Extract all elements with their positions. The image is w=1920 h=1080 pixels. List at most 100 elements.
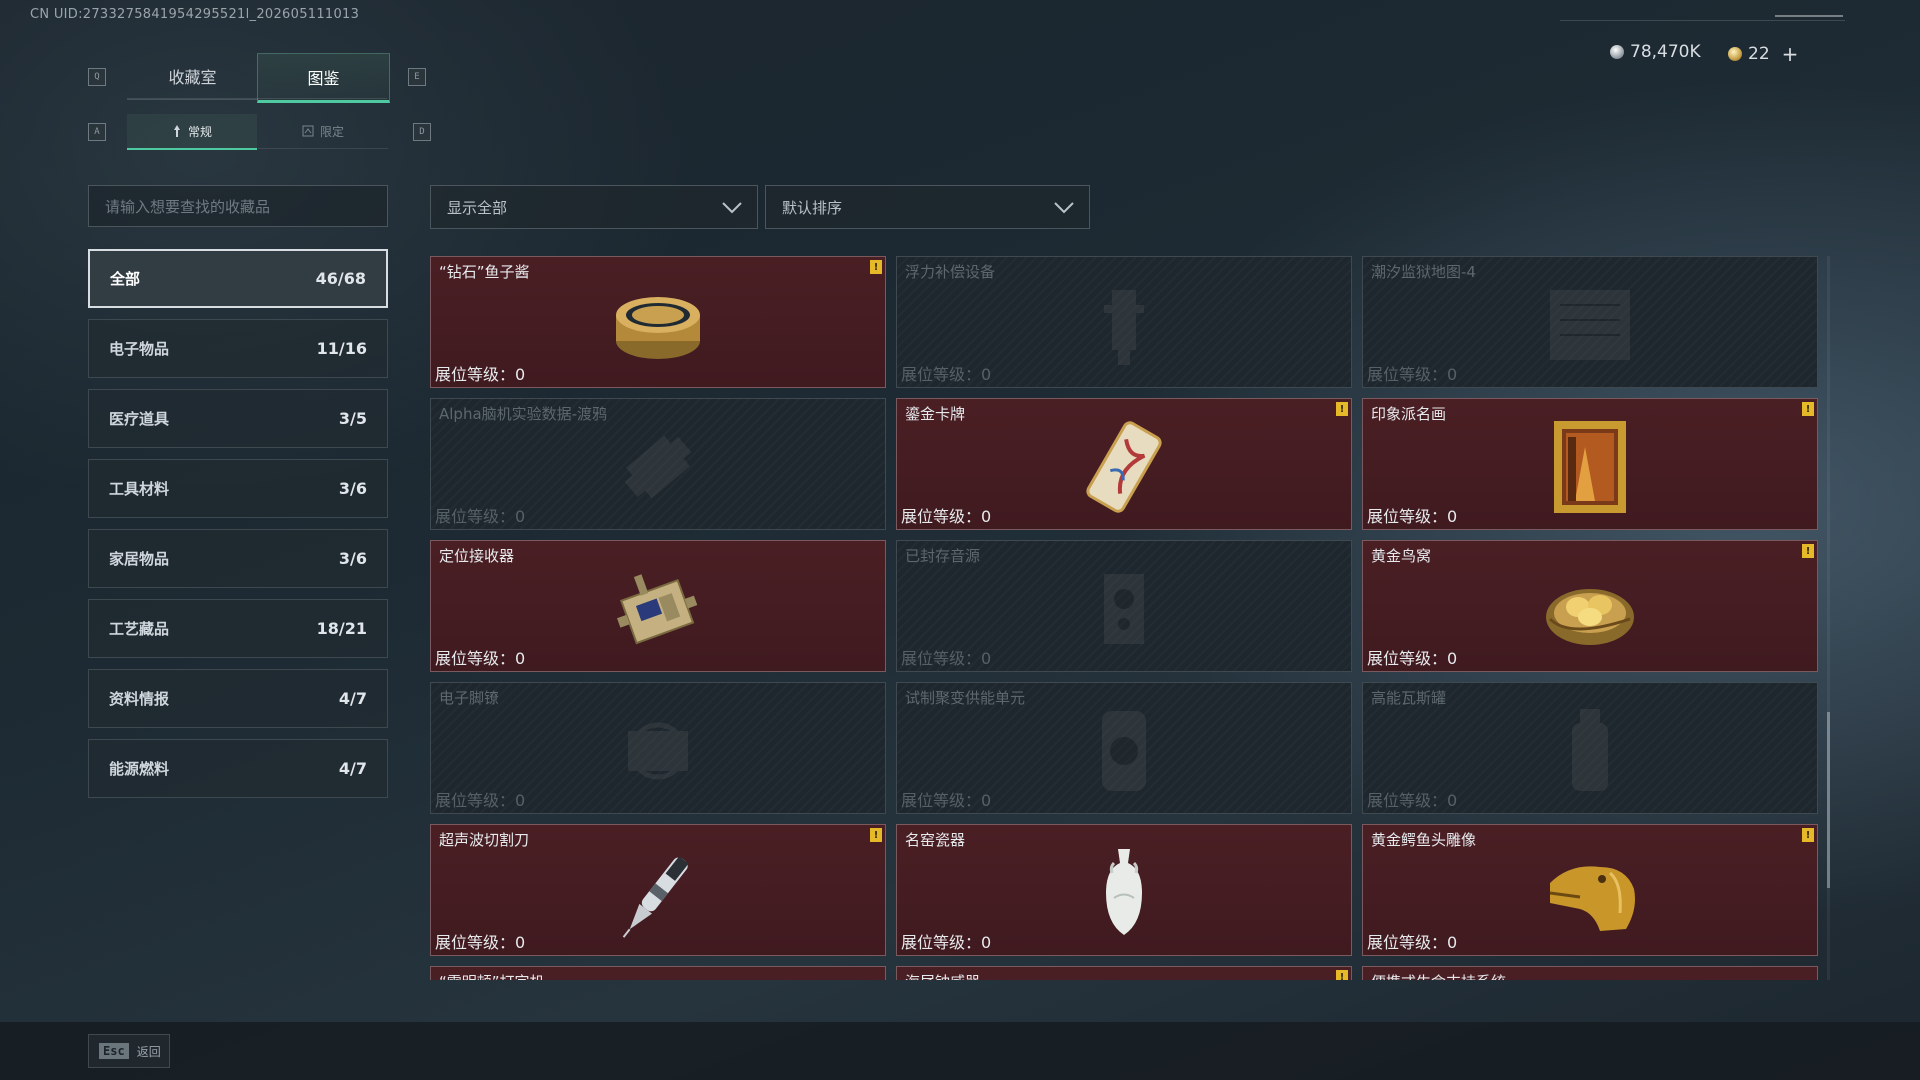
top-divider-highlight (1775, 15, 1843, 17)
item-card[interactable]: 黄金鳄鱼头雕像 展位等级：0! (1362, 824, 1818, 956)
sort-dropdown[interactable]: 默认排序 (765, 185, 1090, 229)
category-energy[interactable]: 能源燃料 4/7 (88, 739, 388, 798)
item-name: 定位接收器 (439, 547, 515, 565)
gold-amount: 22 (1748, 44, 1770, 64)
subtab-regular[interactable]: 常规 (127, 114, 257, 150)
level-value: 0 (1447, 649, 1458, 668)
level-value: 0 (1447, 365, 1458, 384)
item-card[interactable]: Alpha脑机实验数据-渡鸦 展位等级：0 (430, 398, 886, 530)
item-card[interactable]: 海尾钟威器展位等级：0! (896, 966, 1352, 980)
category-intel[interactable]: 资料情报 4/7 (88, 669, 388, 728)
item-card[interactable]: 电子脚镣展位等级：0 (430, 682, 886, 814)
level-prefix: 展位等级： (901, 791, 982, 810)
golden-nest-icon (1530, 559, 1650, 659)
gold-currency[interactable]: 22 + (1728, 42, 1798, 66)
data-drive-icon (598, 417, 718, 517)
category-electronics[interactable]: 电子物品 11/16 (88, 319, 388, 378)
item-name: 黄金鳄鱼头雕像 (1371, 831, 1477, 849)
gilded-card-icon (1064, 417, 1184, 517)
item-name: 超声波切割刀 (439, 831, 530, 849)
item-card[interactable]: “钻石”鱼子酱 展位等级：0! (430, 256, 886, 388)
item-card[interactable]: 潮汐监狱地图-4 展位等级：0 (1362, 256, 1818, 388)
item-card[interactable]: 超声波切割刀 展位等级：0! (430, 824, 886, 956)
filter-dropdown[interactable]: 显示全部 (430, 185, 758, 229)
category-medical[interactable]: 医疗道具 3/5 (88, 389, 388, 448)
level-prefix: 展位等级： (435, 365, 516, 384)
search-input[interactable]: 请输入想要查找的收藏品 (88, 185, 388, 227)
category-label: 能源燃料 (109, 760, 170, 778)
tab-divider (127, 98, 387, 99)
level-prefix: 展位等级： (1367, 507, 1448, 526)
level-value: 0 (515, 791, 526, 810)
item-name: 名窑瓷器 (905, 831, 966, 849)
item-card[interactable]: 浮力补偿设备 展位等级：0 (896, 256, 1352, 388)
buoyancy-device-icon (1064, 275, 1184, 375)
tab-label: 图鉴 (307, 69, 340, 88)
porcelain-vase-icon (1064, 843, 1184, 943)
gold-coin-icon (1728, 47, 1742, 61)
item-level: 展位等级：0 (1367, 503, 1457, 527)
ankle-monitor-icon (598, 701, 718, 801)
key-hint-q: Q (88, 68, 106, 86)
item-name: 印象派名画 (1371, 405, 1447, 423)
silver-coin-icon (1610, 45, 1624, 59)
level-value: 0 (981, 933, 992, 952)
category-count: 4/7 (338, 689, 367, 708)
category-tools[interactable]: 工具材料 3/6 (88, 459, 388, 518)
scrollbar-thumb[interactable] (1827, 712, 1830, 888)
new-badge-icon: ! (1802, 544, 1814, 558)
subtab-limited[interactable]: 限定 (258, 114, 388, 149)
item-card[interactable]: 便携式生命支持系统展位等级：0 (1362, 966, 1818, 980)
item-level: 展位等级：0 (435, 929, 525, 953)
item-card[interactable]: 已封存音源展位等级：0 (896, 540, 1352, 672)
sort-dropdown-value: 默认排序 (782, 198, 843, 217)
item-name: 试制聚变供能单元 (905, 689, 1026, 707)
category-count: 3/6 (338, 549, 367, 568)
level-prefix: 展位等级： (901, 507, 982, 526)
audio-device-icon (1064, 559, 1184, 659)
item-name: 电子脚镣 (439, 689, 500, 707)
fusion-cell-icon (1064, 701, 1184, 801)
category-label: 医疗道具 (109, 410, 170, 428)
ultrasonic-knife-icon (598, 843, 718, 943)
item-level: 展位等级：0 (1367, 645, 1457, 669)
item-level: 展位等级：0 (435, 645, 525, 669)
level-prefix: 展位等级： (901, 649, 982, 668)
tab-codex[interactable]: 图鉴 (257, 53, 390, 103)
new-badge-icon: ! (1802, 828, 1814, 842)
level-prefix: 展位等级： (901, 365, 982, 384)
item-card[interactable]: 鎏金卡牌 展位等级：0! (896, 398, 1352, 530)
uid-label: CN UID:2733275841954295521l_202605111013 (30, 7, 360, 22)
item-name: 海尾钟威器 (905, 971, 980, 980)
category-all[interactable]: 全部 46/68 (88, 249, 388, 308)
level-value: 0 (981, 649, 992, 668)
add-currency-button[interactable]: + (1782, 42, 1799, 66)
category-crafts[interactable]: 工艺藏品 18/21 (88, 599, 388, 658)
level-value: 0 (981, 507, 992, 526)
item-name: 已封存音源 (905, 547, 981, 565)
item-card[interactable]: 黄金鸟窝 展位等级：0! (1362, 540, 1818, 672)
item-card[interactable]: 定位接收器展位等级：0 (430, 540, 886, 672)
tab-collection-room[interactable]: 收藏室 (127, 53, 258, 100)
item-card[interactable]: 名窑瓷器展位等级：0 (896, 824, 1352, 956)
item-card[interactable]: 试制聚变供能单元 展位等级：0 (896, 682, 1352, 814)
category-count: 11/16 (316, 339, 367, 358)
item-card[interactable]: 印象派名画 展位等级：0! (1362, 398, 1818, 530)
back-button[interactable]: Esc 返回 (88, 1034, 170, 1068)
regular-icon (173, 125, 180, 137)
level-prefix: 展位等级： (1367, 365, 1448, 384)
level-prefix: 展位等级： (435, 649, 516, 668)
category-label: 全部 (110, 270, 141, 288)
silver-currency: 78,470K (1610, 42, 1701, 62)
category-household[interactable]: 家居物品 3/6 (88, 529, 388, 588)
level-prefix: 展位等级： (435, 791, 516, 810)
category-label: 资料情报 (109, 690, 170, 708)
item-card[interactable]: “雷明顿”打字机展位等级：0 (430, 966, 886, 980)
level-prefix: 展位等级： (901, 933, 982, 952)
item-card[interactable]: 高能瓦斯罐 展位等级：0 (1362, 682, 1818, 814)
tab-label: 收藏室 (168, 68, 217, 87)
item-name: 潮汐监狱地图-4 (1371, 263, 1476, 281)
item-level: 展位等级：0 (901, 503, 991, 527)
item-level: 展位等级：0 (1367, 361, 1457, 385)
framed-painting-icon (1530, 417, 1650, 517)
